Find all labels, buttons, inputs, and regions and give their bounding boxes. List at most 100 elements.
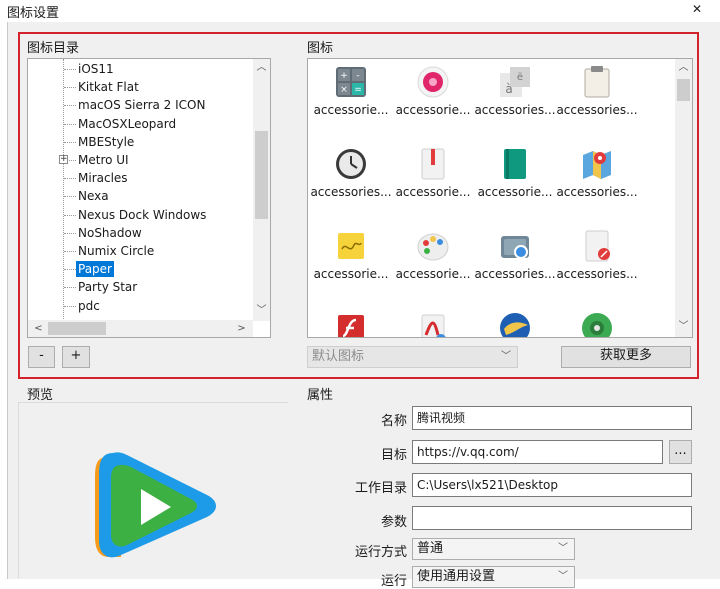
tree-item[interactable]: Party Star [28,278,250,296]
svg-text:+: + [340,71,348,81]
icon-cell[interactable]: accessorie... [392,223,474,305]
runmode-label: 运行方式 [354,545,407,560]
icon-cell[interactable]: accessories... [474,223,556,305]
target-field[interactable]: https://v.qq.com/ [412,440,663,464]
tree-vertical-scrollbar[interactable]: ︿ ﹀ [253,59,270,321]
get-more-button[interactable]: 获取更多 [561,346,691,368]
calculator-icon: + -× = [336,67,366,97]
chevron-down-icon: ﹀ [501,351,511,362]
tree-item[interactable]: Kitkat Flat [28,78,250,96]
tree-item[interactable]: Miracles [28,169,250,187]
icon-source-value: 默认图标 [312,349,365,364]
runmode-select[interactable]: 普通 ﹀ [412,538,575,560]
tree-item-label: NoShadow [78,225,142,240]
icon-source-select[interactable]: 默认图标 ﹀ [307,346,518,368]
icon-cell[interactable]: accessorie... [310,223,392,305]
tree-connector [64,141,76,143]
icon-caption: accessorie... [395,267,471,281]
icon-cell[interactable] [556,305,638,337]
notebook-icon [421,148,445,180]
screenshot-icon [501,236,529,259]
name-field[interactable]: 腾讯视频 [412,406,692,430]
scroll-down-arrow-icon[interactable]: ﹀ [253,302,270,319]
tree-item[interactable]: Nexa [28,187,250,205]
tree-connector [64,305,76,307]
workdir-label: 工作目录 [354,481,407,496]
icon-cell[interactable]: accessories... [310,141,392,223]
tree-item[interactable]: Nexus Dock Windows [28,206,250,224]
tree-item-label: pdc [78,298,100,313]
clipboard-icon [584,66,610,98]
chevron-down-icon: ﹀ [558,571,568,582]
icon-cell[interactable]: accessories... [556,59,638,141]
tree-item[interactable]: macOS Sierra 2 ICON [28,96,250,114]
icon-cell[interactable]: accessories... [556,223,638,305]
tree-item-label: iOS11 [78,62,114,76]
run-value: 使用通用设置 [417,569,496,584]
tree-connector [64,251,76,252]
icon-cell[interactable]: accessorie... [392,141,474,223]
scroll-thumb-horizontal[interactable] [48,322,106,335]
args-label: 参数 [380,515,407,530]
title-bar: 图标设置 ✕ [0,0,720,22]
tree-item-label: Miracles [78,171,128,186]
close-button[interactable]: ✕ [692,2,702,16]
grid-vertical-scrollbar[interactable]: ︿ ﹀ [675,59,692,337]
icon-caption: accessories... [474,267,556,281]
icon-cell[interactable] [310,305,392,337]
scroll-thumb[interactable] [255,131,268,219]
svg-text:ë: ë [517,72,523,83]
tree-connector [64,69,76,70]
run-select[interactable]: 使用通用设置 ﹀ [412,566,575,588]
icon-cell[interactable]: accessorie... [392,59,474,141]
tree-item[interactable]: + Metro UI [28,151,250,169]
remove-dir-button[interactable]: - [28,346,55,368]
tree-item[interactable]: Numix Circle [28,242,250,260]
tree-item[interactable]: Paper [28,260,250,278]
tree-item-label: macOS Sierra 2 ICON [78,98,206,113]
icon-caption: accessories... [556,185,638,199]
tree-item-label: Nexa [78,189,109,204]
tree-connector [64,105,76,107]
tree-item-label: Metro UI [78,153,129,167]
icon-cell[interactable] [392,305,474,337]
clock-icon [336,149,366,179]
args-field[interactable] [412,506,692,530]
icon-grid[interactable]: + - × = accessorie... accessorie... à ë accessor… [307,58,693,338]
icon-cell[interactable]: + - × = accessorie... [310,59,392,141]
tree-connector [64,87,76,89]
tree-horizontal-scrollbar[interactable]: < > [28,320,253,337]
icon-caption: accessorie... [395,185,471,199]
icon-caption: accessories... [474,103,556,117]
tree-item-label: MacOSXLeopard [78,116,177,131]
icon-cell[interactable]: à ë accessories... [474,59,556,141]
browse-button[interactable]: ... [669,440,692,464]
add-dir-button[interactable]: + [62,346,90,368]
icon-caption: accessories... [556,103,638,117]
icon-cell[interactable]: accessories... [556,141,638,223]
icon-cell[interactable]: accessorie... [474,141,556,223]
scroll-thumb[interactable] [677,79,690,101]
scroll-left-arrow-icon[interactable]: < [30,320,47,337]
tree-item[interactable]: NoShadow [28,224,250,242]
tree-item[interactable]: pdc [28,297,250,315]
icon-dir-label: 图标目录 [27,41,80,56]
palette-icon [417,233,449,261]
scroll-right-arrow-icon[interactable]: > [233,320,250,337]
tree-item-label: Party Star [78,280,138,295]
character-map-icon: àë [500,67,530,97]
tree-item[interactable]: MBEStyle [28,133,250,151]
tree-item[interactable]: iOS11 [28,60,250,78]
expand-plus-icon[interactable]: + [59,155,68,164]
bird-icon [500,313,530,337]
icon-cell[interactable] [474,305,556,337]
icon-caption: accessorie... [313,103,389,117]
ebook-icon [504,149,526,179]
svg-text:à: à [505,82,512,96]
scroll-up-arrow-icon[interactable]: ︿ [675,59,692,76]
icon-dir-tree[interactable]: iOS11 Kitkat Flat macOS Sierra 2 ICON MacOS… [27,58,271,338]
scroll-down-arrow-icon[interactable]: ﹀ [675,318,692,335]
workdir-field[interactable]: C:\Users\lx521\Desktop [412,473,692,497]
tree-item[interactable]: MacOSXLeopard [28,115,250,133]
scroll-up-arrow-icon[interactable]: ︿ [253,59,270,76]
